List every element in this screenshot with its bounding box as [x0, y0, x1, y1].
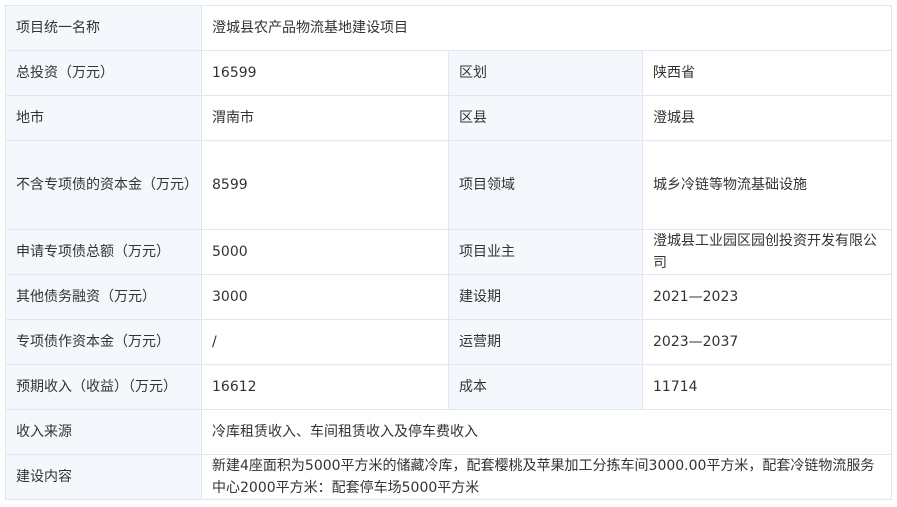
project-name-value: 澄城县农产品物流基地建设项目: [200, 5, 893, 51]
cost-value: 11714: [641, 364, 893, 410]
district-label: 区划: [448, 50, 643, 96]
table-row: 地市 渭南市 区县 澄城县: [5, 95, 893, 141]
owner-label: 项目业主: [448, 229, 643, 275]
table-row: 收入来源 冷库租赁收入、车间租赁收入及停车费收入: [5, 409, 893, 455]
special-bond-total-label: 申请专项债总额（万元）: [5, 229, 202, 275]
capital-excl-value: 8599: [201, 140, 449, 230]
construction-period-label: 建设期: [448, 274, 643, 320]
cost-label: 成本: [448, 364, 643, 410]
bond-as-capital-label: 专项债作资本金（万元）: [5, 319, 202, 365]
city-value: 渭南市: [201, 95, 449, 141]
county-value: 澄城县: [641, 95, 893, 141]
district-value: 陕西省: [641, 50, 893, 96]
operation-period-value: 2023—2037: [641, 319, 893, 365]
expected-income-value: 16612: [201, 364, 449, 410]
income-source-label: 收入来源: [5, 409, 202, 455]
project-info-table: 项目统一名称 澄城县农产品物流基地建设项目 总投资（万元） 16599 区划 陕…: [5, 5, 893, 500]
table-row: 建设内容 新建4座面积为5000平方米的储藏冷库，配套樱桃及苹果加工分拣车间30…: [5, 454, 893, 500]
project-name-label: 项目统一名称: [5, 5, 202, 51]
expected-income-label: 预期收入（收益）（万元）: [5, 364, 202, 410]
field-label: 项目领域: [448, 140, 643, 230]
total-investment-value: 16599: [201, 50, 449, 96]
total-investment-label: 总投资（万元）: [5, 50, 202, 96]
special-bond-total-value: 5000: [201, 229, 449, 275]
construction-period-value: 2021—2023: [641, 274, 893, 320]
other-debt-value: 3000: [201, 274, 449, 320]
table-row: 预期收入（收益）（万元） 16612 成本 11714: [5, 364, 893, 410]
construction-content-value: 新建4座面积为5000平方米的储藏冷库，配套樱桃及苹果加工分拣车间3000.00…: [200, 454, 893, 500]
capital-excl-label: 不含专项债的资本金（万元）: [5, 140, 202, 230]
other-debt-label: 其他债务融资（万元）: [5, 274, 202, 320]
bond-as-capital-value: /: [201, 319, 449, 365]
income-source-value: 冷库租赁收入、车间租赁收入及停车费收入: [200, 409, 893, 455]
table-row: 专项债作资本金（万元） / 运营期 2023—2037: [5, 319, 893, 365]
field-value: 城乡冷链等物流基础设施: [641, 140, 893, 230]
table-row: 申请专项债总额（万元） 5000 项目业主 澄城县工业园区园创投资开发有限公司: [5, 229, 893, 275]
county-label: 区县: [448, 95, 643, 141]
owner-value: 澄城县工业园区园创投资开发有限公司: [641, 229, 893, 275]
table-row: 其他债务融资（万元） 3000 建设期 2021—2023: [5, 274, 893, 320]
table-row: 项目统一名称 澄城县农产品物流基地建设项目: [5, 5, 893, 51]
table-row: 总投资（万元） 16599 区划 陕西省: [5, 50, 893, 96]
construction-content-label: 建设内容: [5, 454, 202, 500]
operation-period-label: 运营期: [448, 319, 643, 365]
city-label: 地市: [5, 95, 202, 141]
table-row: 不含专项债的资本金（万元） 8599 项目领域 城乡冷链等物流基础设施: [5, 140, 893, 230]
